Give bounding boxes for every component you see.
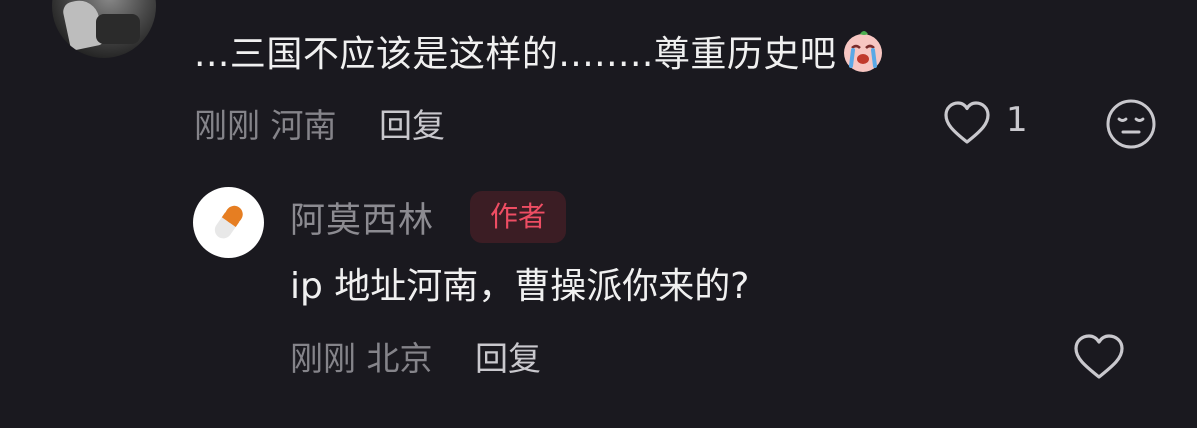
comment-text: ...三国不应该是这样的........尊重历史吧 <box>194 28 886 80</box>
crying-face-emoji-icon <box>844 31 883 72</box>
reply-username[interactable]: 阿莫西林 <box>290 192 434 243</box>
comment-location: 河南 <box>270 106 337 145</box>
comment-time: 刚刚 <box>194 106 260 145</box>
like-count: 1 <box>1006 100 1028 140</box>
reply-time: 刚刚 <box>290 339 356 378</box>
pill-icon <box>214 205 243 239</box>
comment-text-content: ...三国不应该是这样的........尊重历史吧 <box>194 34 837 75</box>
heart-outline-icon[interactable] <box>1073 333 1125 381</box>
commenter-avatar[interactable] <box>52 0 156 58</box>
heart-outline-icon[interactable] <box>943 100 991 146</box>
comment-reply-button[interactable]: 回复 <box>379 106 445 145</box>
avatar-shadow <box>96 14 140 44</box>
author-avatar[interactable] <box>193 187 264 258</box>
comment-meta: 刚刚 河南 回复 <box>194 99 445 147</box>
reply-reply-button[interactable]: 回复 <box>475 339 541 378</box>
reply-location: 北京 <box>366 339 433 378</box>
reply-text: ip 地址河南，曹操派你来的? <box>290 266 750 307</box>
reply-meta: 刚刚 北京 回复 <box>290 332 541 380</box>
author-badge: 作者 <box>470 191 566 243</box>
neutral-face-icon[interactable] <box>1104 97 1158 151</box>
